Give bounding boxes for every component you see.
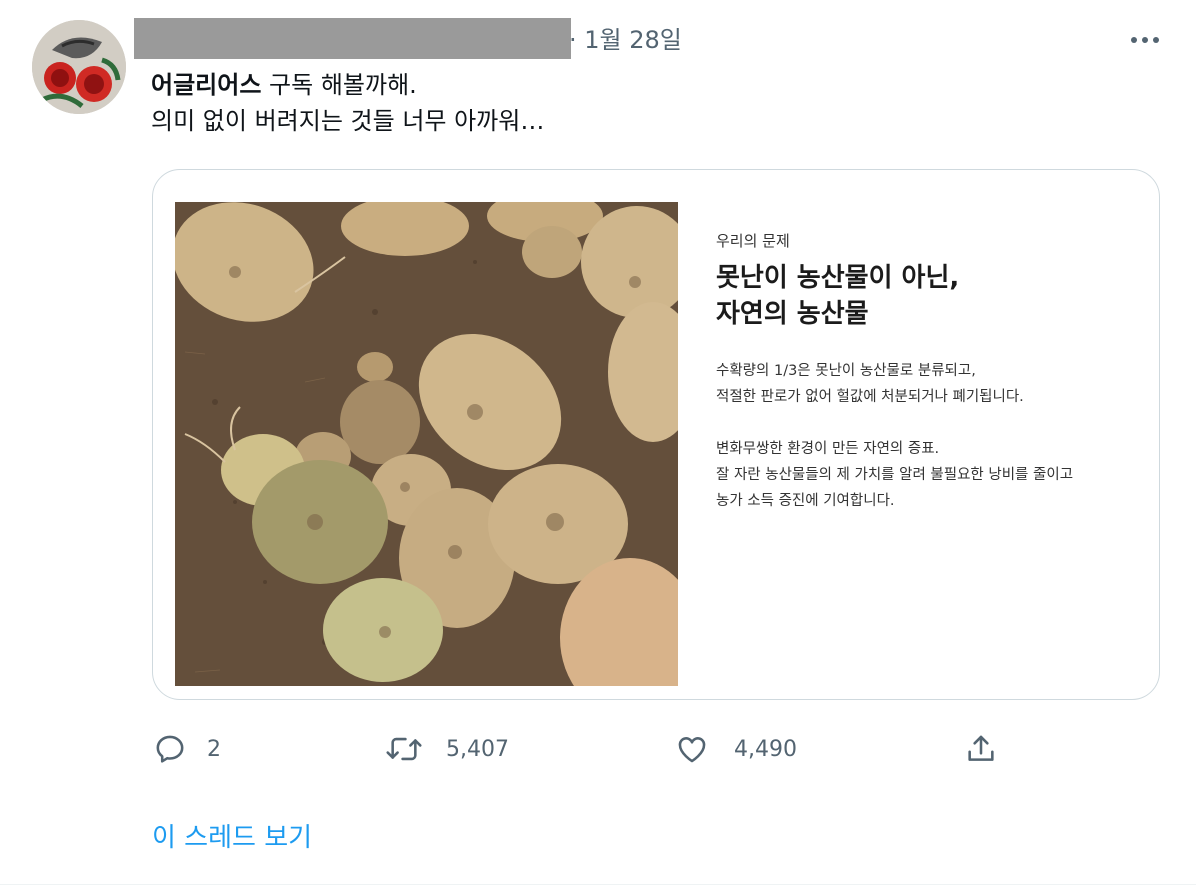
card-paragraph-1-line2: 적절한 판로가 없어 헐값에 처분되거나 폐기됩니다.	[716, 389, 1024, 405]
more-button[interactable]	[1125, 28, 1165, 52]
show-thread-link[interactable]: 이 스레드 보기	[152, 820, 312, 856]
card-paragraph-2-line1: 변화무쌍한 환경이 만든 자연의 증표.	[716, 441, 940, 457]
redacted-username	[134, 18, 571, 59]
avatar-image	[32, 20, 126, 114]
retweet-count: 5,407	[446, 736, 509, 762]
avatar[interactable]	[32, 20, 126, 114]
tweet-actions: 2 5,407 4,490	[0, 726, 1196, 772]
heart-icon	[678, 737, 706, 763]
retweet-button[interactable]: 5,407	[384, 726, 509, 772]
tweet-text-line1: 구독 해볼까해.	[261, 71, 417, 99]
card-paragraph-2-line3: 농가 소득 증진에 기여합니다.	[716, 493, 895, 509]
like-button[interactable]: 4,490	[674, 726, 797, 772]
reply-icon	[156, 735, 184, 763]
reply-count: 2	[207, 736, 221, 762]
card-paragraph-1-line1: 수확량의 1/3은 못난이 농산물로 분류되고,	[716, 363, 976, 379]
share-icon	[968, 735, 994, 761]
card-paragraph-1: 수확량의 1/3은 못난이 농산물로 분류되고, 적절한 판로가 없어 헐값에 …	[716, 358, 1156, 410]
card-headline: 못난이 농산물이 아닌, 자연의 농산물	[716, 260, 1156, 332]
card-paragraph-2-line2: 잘 자란 농산물들의 제 가치를 알려 불필요한 낭비를 줄이고	[716, 467, 1074, 483]
link-card[interactable]: 우리의 문제 못난이 농산물이 아닌, 자연의 농산물 수확량의 1/3은 못난…	[152, 169, 1160, 700]
card-headline-line1: 못난이 농산물이 아닌,	[716, 263, 960, 293]
card-paragraph-2: 변화무쌍한 환경이 만든 자연의 증표. 잘 자란 농산물들의 제 가치를 알려…	[716, 436, 1156, 514]
card-kicker: 우리의 문제	[716, 232, 790, 250]
reply-button[interactable]: 2	[153, 726, 221, 772]
tweet-date[interactable]: · 1월 28일	[569, 24, 682, 56]
retweet-icon	[386, 737, 422, 761]
potatoes-photo	[175, 202, 678, 686]
like-count: 4,490	[734, 736, 797, 762]
card-text: 우리의 문제 못난이 농산물이 아닌, 자연의 농산물 수확량의 1/3은 못난…	[716, 230, 1156, 514]
author-mention[interactable]: 어글리어스	[151, 71, 261, 99]
tweet-text: 어글리어스 구독 해볼까해. 의미 없이 버려지는 것들 너무 아까워…	[151, 67, 544, 139]
card-headline-line2: 자연의 농산물	[716, 299, 869, 329]
more-horizontal-icon	[1131, 37, 1159, 43]
share-button[interactable]	[964, 726, 998, 772]
divider	[0, 884, 1196, 885]
tweet-text-line2: 의미 없이 버려지는 것들 너무 아까워…	[151, 107, 545, 135]
